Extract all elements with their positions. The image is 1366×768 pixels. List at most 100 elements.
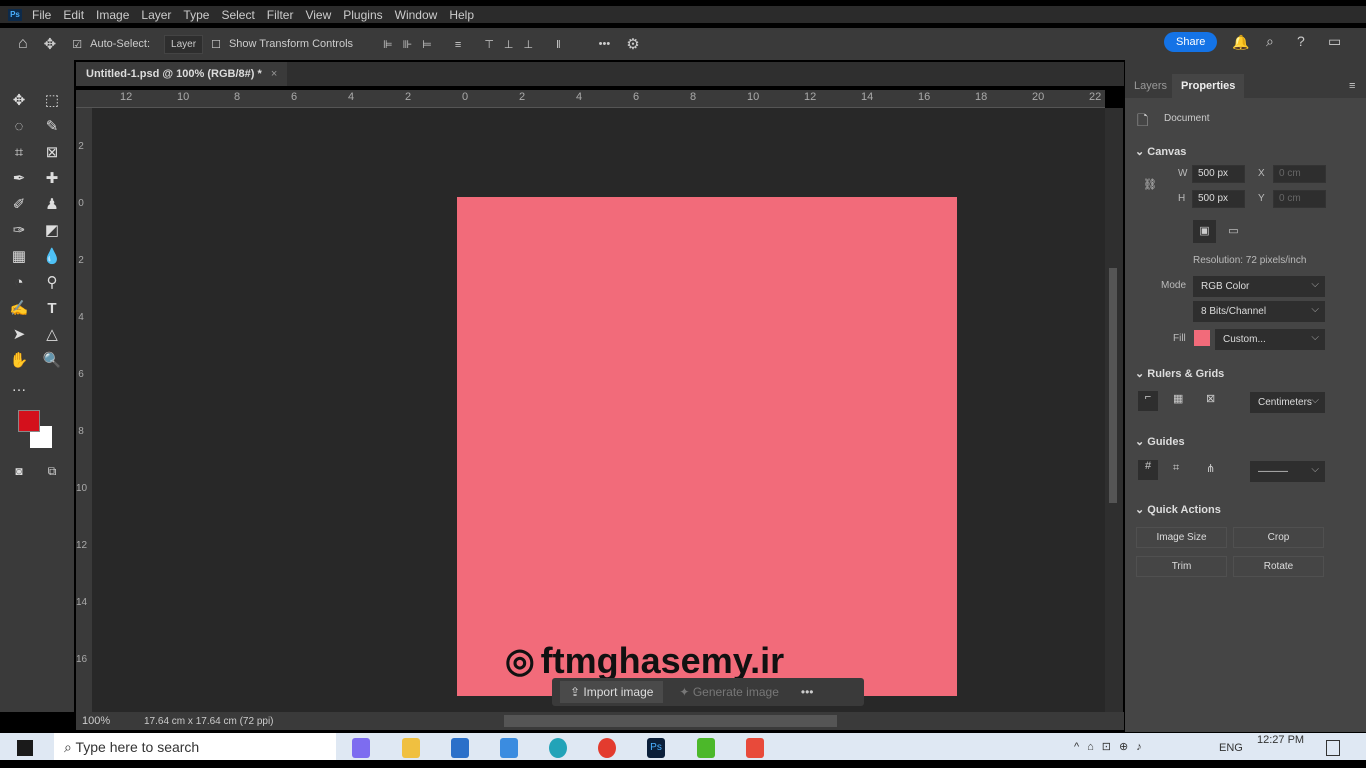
sharpen-icon[interactable]: ⚲ bbox=[41, 272, 63, 294]
horizontal-scrollbar[interactable] bbox=[504, 715, 837, 727]
import-image-button[interactable]: ⇪ Import image bbox=[560, 681, 664, 703]
layer-select[interactable]: Layer bbox=[164, 34, 204, 54]
crop-tool-icon[interactable]: ⌗ bbox=[8, 142, 30, 164]
file-explorer-icon[interactable] bbox=[402, 738, 420, 758]
bit-depth-dropdown[interactable]: 8 Bits/Channel bbox=[1193, 299, 1325, 322]
quick-mask-icon[interactable]: ◙ bbox=[8, 460, 30, 482]
guides-icon[interactable]: # bbox=[1138, 460, 1158, 480]
quick-select-icon[interactable]: ✎ bbox=[41, 116, 63, 138]
quick-actions-section[interactable]: ⌄ Quick Actions bbox=[1135, 503, 1221, 516]
screen-mode-icon[interactable]: ⧉ bbox=[41, 460, 63, 482]
edge-icon[interactable] bbox=[549, 738, 567, 758]
width-field[interactable]: 500 px bbox=[1192, 165, 1245, 183]
guide-style-dropdown[interactable]: ——— bbox=[1250, 459, 1325, 482]
portrait-icon[interactable]: ▣ bbox=[1193, 220, 1216, 243]
system-tray-icons[interactable]: ^⌂⊡⊕♪ bbox=[1074, 740, 1150, 753]
menu-help[interactable]: Help bbox=[449, 8, 474, 22]
guides-section[interactable]: ⌄ Guides bbox=[1135, 435, 1185, 448]
path-select-icon[interactable]: ➤ bbox=[8, 324, 30, 346]
eyedropper-icon[interactable]: ✒ bbox=[8, 168, 30, 190]
zoom-level[interactable]: 100% bbox=[76, 715, 136, 727]
language-indicator[interactable]: ENG bbox=[1219, 742, 1243, 754]
bell-icon[interactable]: 🔔 bbox=[1232, 34, 1249, 51]
fill-dropdown[interactable]: Custom... bbox=[1215, 327, 1325, 350]
frame-tool-icon[interactable]: ⊠ bbox=[41, 142, 63, 164]
checkbox-icon[interactable]: ☑ bbox=[72, 38, 82, 51]
more-icon[interactable]: ••• bbox=[599, 38, 611, 50]
gear-icon[interactable]: ⚙ bbox=[626, 35, 639, 53]
windows-start-icon[interactable] bbox=[17, 740, 33, 756]
move-tool-icon[interactable]: ✥ bbox=[44, 35, 57, 53]
more-tools-icon[interactable]: … bbox=[8, 376, 30, 398]
ruler-icon[interactable]: ⌐ bbox=[1138, 391, 1158, 411]
menu-file[interactable]: File bbox=[32, 8, 51, 22]
link-icon[interactable]: ⛓ bbox=[1143, 178, 1157, 191]
stamp-tool-icon[interactable]: ♟ bbox=[41, 194, 63, 216]
help-icon[interactable]: ? bbox=[1297, 33, 1305, 49]
store-icon[interactable] bbox=[451, 738, 469, 758]
image-size-button[interactable]: Image Size bbox=[1136, 527, 1227, 548]
hand-tool-icon[interactable]: ✋ bbox=[8, 350, 30, 372]
blur-icon[interactable]: 💧 bbox=[41, 246, 63, 268]
dodge-icon[interactable]: ◔ bbox=[8, 272, 30, 294]
fill-color-swatch[interactable] bbox=[1194, 330, 1210, 346]
canvas-section[interactable]: ⌄ Canvas bbox=[1135, 145, 1186, 158]
document-tab[interactable]: Untitled-1.psd @ 100% (RGB/8#) * × bbox=[76, 62, 288, 86]
landscape-icon[interactable]: ▭ bbox=[1222, 220, 1245, 243]
copilot-icon[interactable] bbox=[352, 738, 370, 758]
menu-edit[interactable]: Edit bbox=[63, 8, 84, 22]
clock[interactable]: 12:27 PM bbox=[1257, 734, 1304, 746]
menu-select[interactable]: Select bbox=[221, 8, 254, 22]
y-field[interactable]: 0 cm bbox=[1273, 190, 1326, 208]
workspace-icon[interactable]: ▭ bbox=[1328, 33, 1341, 50]
healing-brush-icon[interactable]: ✚ bbox=[41, 168, 63, 190]
menu-layer[interactable]: Layer bbox=[141, 8, 171, 22]
lasso-tool-icon[interactable]: ◌ bbox=[8, 116, 30, 138]
menu-window[interactable]: Window bbox=[395, 8, 438, 22]
panel-menu-icon[interactable]: ≡ bbox=[1349, 80, 1355, 92]
share-button[interactable]: Share bbox=[1164, 32, 1218, 52]
more-options-button[interactable]: ••• bbox=[801, 685, 814, 699]
pixel-grid-icon[interactable]: ⊠ bbox=[1206, 392, 1215, 405]
search-icon[interactable]: ⌕ bbox=[1266, 33, 1274, 50]
crop-button[interactable]: Crop bbox=[1233, 527, 1324, 548]
scroll-thumb[interactable] bbox=[1109, 268, 1117, 503]
generate-image-button[interactable]: ✦ Generate image bbox=[669, 681, 788, 703]
menu-type[interactable]: Type bbox=[183, 8, 209, 22]
rulers-grids-section[interactable]: ⌄ Rulers & Grids bbox=[1135, 367, 1224, 380]
height-field[interactable]: 500 px bbox=[1192, 190, 1245, 208]
trim-button[interactable]: Trim bbox=[1136, 556, 1227, 577]
notifications-icon[interactable] bbox=[1326, 740, 1340, 756]
guide-layout-icon[interactable]: ⌗ bbox=[1173, 462, 1179, 475]
document-canvas[interactable] bbox=[457, 197, 957, 696]
brush-tool-icon[interactable]: ✐ bbox=[8, 194, 30, 216]
transform-checkbox[interactable]: ☐ bbox=[211, 38, 221, 51]
mail-icon[interactable] bbox=[500, 738, 518, 758]
units-dropdown[interactable]: Centimeters bbox=[1250, 390, 1325, 413]
x-field[interactable]: 0 cm bbox=[1273, 165, 1326, 183]
vertical-scrollbar[interactable] bbox=[1105, 108, 1123, 712]
grid-icon[interactable]: ▦ bbox=[1173, 392, 1183, 405]
foreground-color-swatch[interactable] bbox=[18, 410, 40, 432]
app-red-icon[interactable] bbox=[746, 738, 764, 758]
eraser-icon[interactable]: ◩ bbox=[41, 220, 63, 242]
shape-tool-icon[interactable]: △ bbox=[41, 324, 63, 346]
menu-view[interactable]: View bbox=[305, 8, 331, 22]
zoom-tool-icon[interactable]: 🔍 bbox=[41, 350, 63, 372]
menu-plugins[interactable]: Plugins bbox=[343, 8, 382, 22]
move-tool-icon[interactable]: ✥ bbox=[8, 90, 30, 112]
menu-filter[interactable]: Filter bbox=[267, 8, 294, 22]
chrome-icon[interactable] bbox=[598, 738, 616, 758]
close-icon[interactable]: × bbox=[271, 68, 277, 80]
align-icons[interactable]: ⊫⊪⊨ ≡ ⊤⊥⊥ ‖ bbox=[383, 38, 571, 51]
rotate-button[interactable]: Rotate bbox=[1233, 556, 1324, 577]
tab-properties[interactable]: Properties bbox=[1172, 74, 1245, 98]
taskbar-search[interactable]: ⌕ Type here to search bbox=[54, 733, 336, 760]
menu-image[interactable]: Image bbox=[96, 8, 129, 22]
marquee-tool-icon[interactable]: ⬚ bbox=[41, 90, 63, 112]
pen-tool-icon[interactable]: ✍ bbox=[8, 298, 30, 320]
tab-layers[interactable]: Layers bbox=[1125, 74, 1176, 98]
home-icon[interactable]: ⌂ bbox=[18, 35, 28, 53]
app-green-icon[interactable] bbox=[697, 738, 715, 758]
mode-dropdown[interactable]: RGB Color bbox=[1193, 274, 1325, 297]
